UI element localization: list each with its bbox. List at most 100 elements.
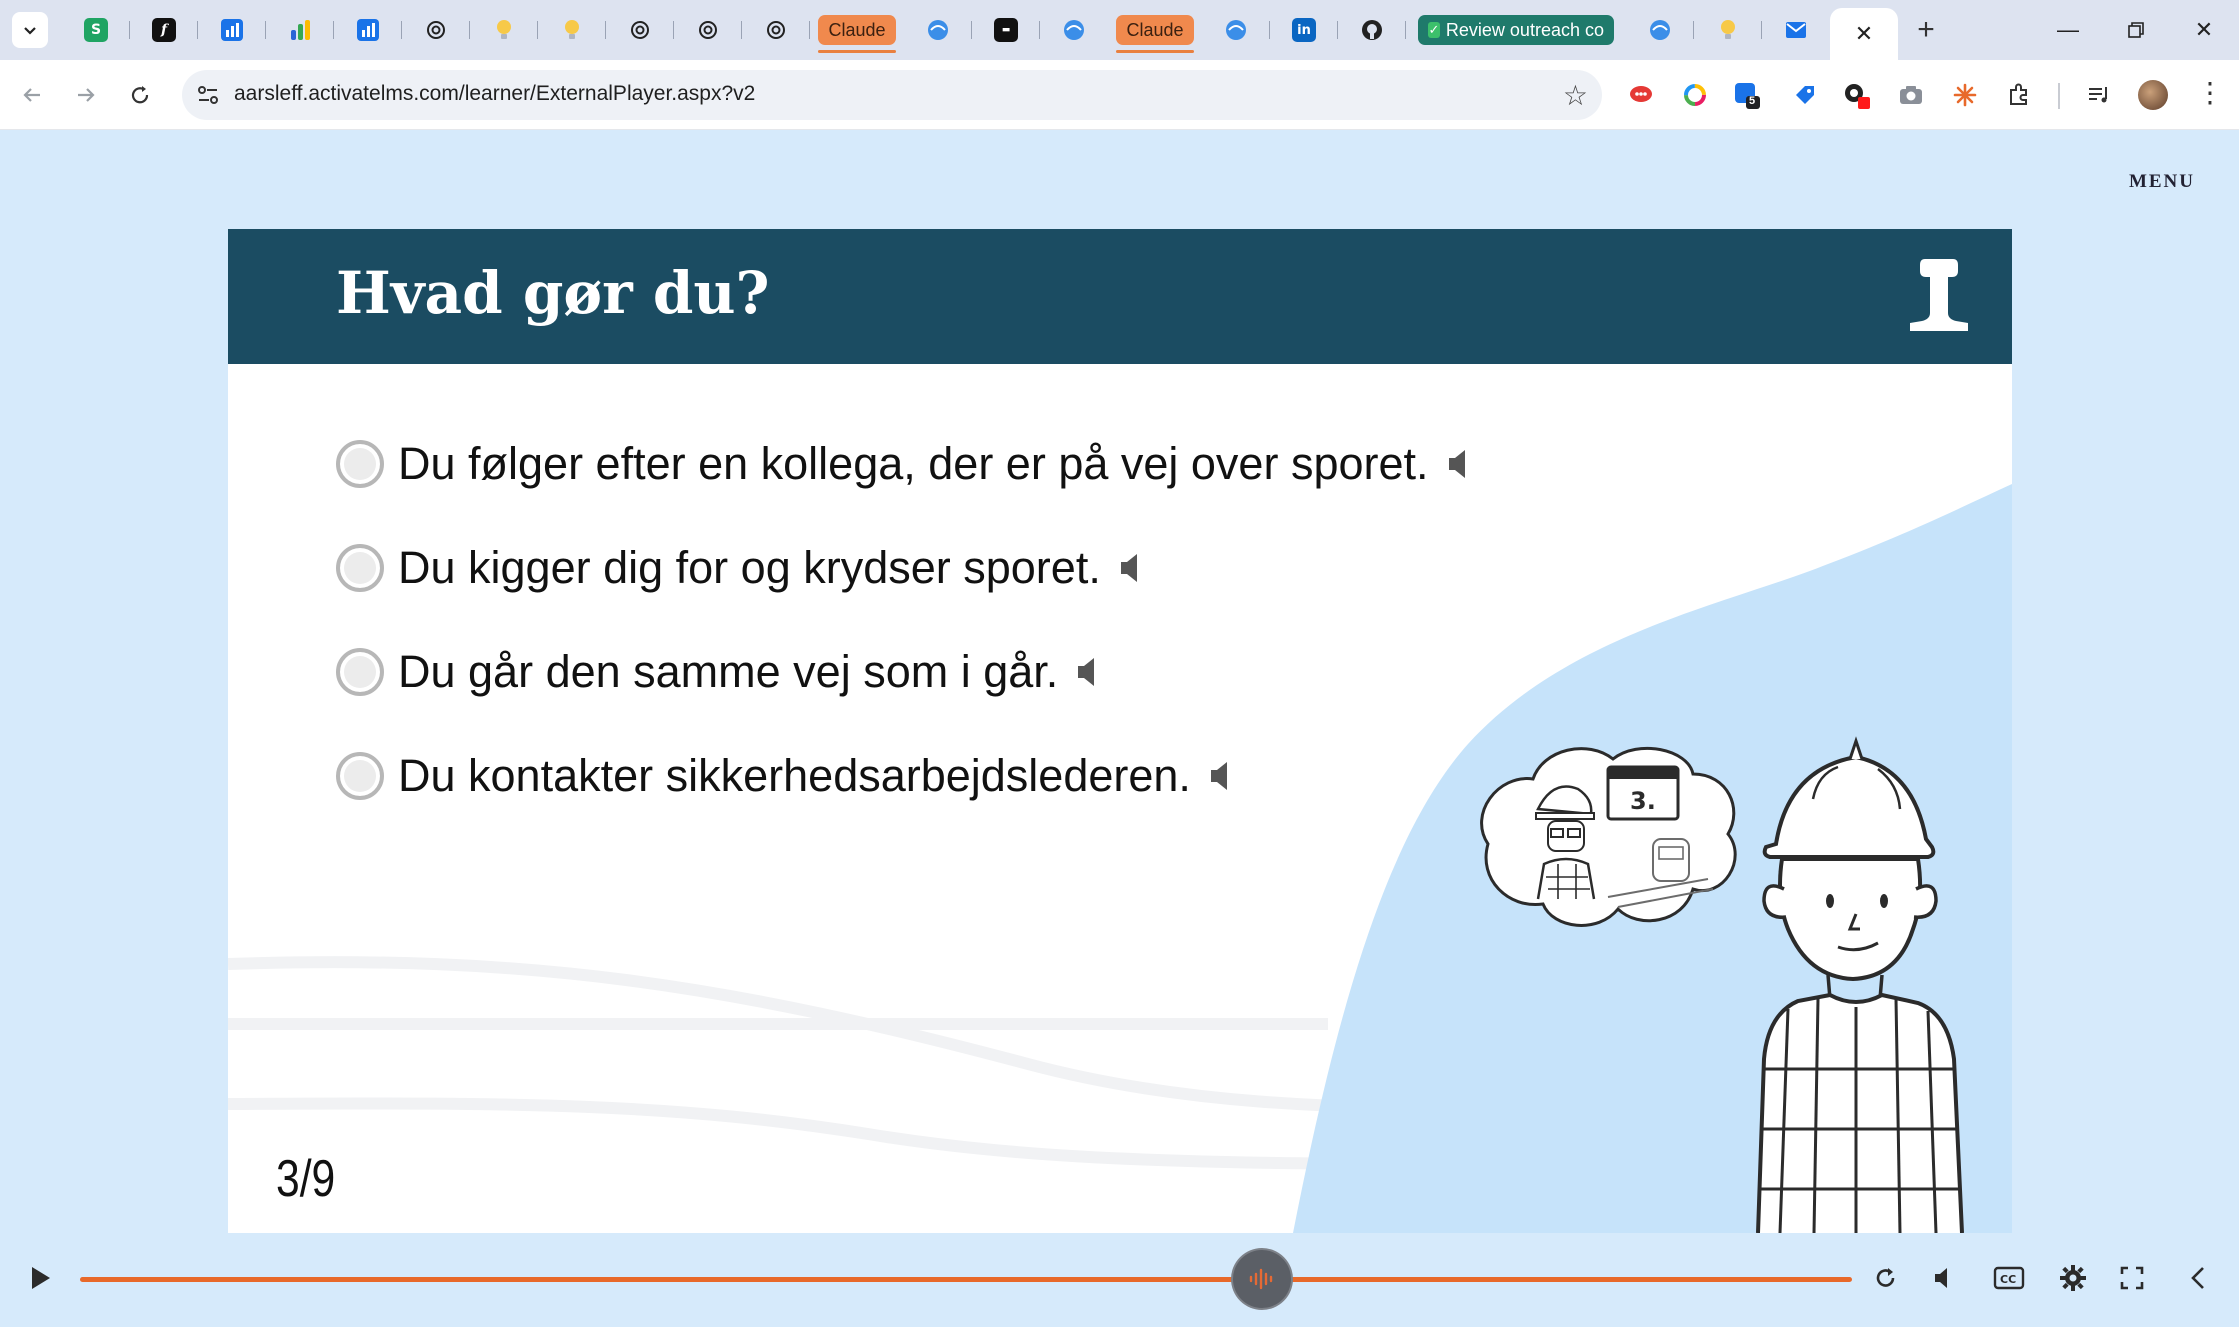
extension-colorwheel[interactable] bbox=[1680, 80, 1710, 110]
tab-pinned-idea-3[interactable] bbox=[1694, 8, 1762, 52]
gear-icon bbox=[2060, 1265, 2086, 1291]
close-tab-icon[interactable]: ✕ bbox=[1855, 21, 1873, 47]
lightbulb-icon bbox=[565, 20, 579, 39]
tab-claude-2[interactable]: Claude bbox=[1108, 8, 1202, 53]
arrow-right-icon bbox=[78, 88, 95, 102]
closed-captions-icon: CC bbox=[1993, 1266, 2025, 1290]
browser-menu-icon[interactable]: ⋮ bbox=[2196, 76, 2224, 109]
volume-button[interactable] bbox=[1922, 1256, 1966, 1300]
playback-bar: CC bbox=[0, 1230, 2239, 1327]
linkedin-icon: in bbox=[1292, 18, 1316, 42]
progress-scrubber[interactable] bbox=[1232, 1250, 1291, 1308]
fullscreen-icon bbox=[2120, 1266, 2144, 1290]
answer-option-3[interactable]: Du går den samme vej som i går. bbox=[336, 642, 1469, 702]
record-extension-icon bbox=[1845, 84, 1870, 109]
tab-pinned-chart-1[interactable] bbox=[198, 8, 266, 52]
speaker-audio-icon[interactable] bbox=[1076, 655, 1098, 689]
profile-avatar[interactable] bbox=[2138, 80, 2168, 110]
captions-button[interactable]: CC bbox=[1987, 1256, 2031, 1300]
extension-camera[interactable] bbox=[1896, 80, 1926, 110]
tab-pinned-openai-2[interactable] bbox=[606, 8, 674, 52]
collapse-sidebar-button[interactable] bbox=[2176, 1256, 2220, 1300]
play-icon bbox=[32, 1267, 50, 1289]
speaker-audio-icon[interactable] bbox=[1209, 759, 1231, 793]
arrow-left-icon bbox=[23, 88, 40, 102]
answer-option-text: Du kigger dig for og krydser sporet. bbox=[398, 542, 1101, 593]
close-window-button[interactable]: ✕ bbox=[2170, 0, 2238, 60]
browser-tab-strip: S f Claude ▬ Claude in ✓ Review outreach… bbox=[0, 0, 2239, 60]
rail-profile-logo-icon bbox=[1910, 259, 1968, 331]
spreadsheet-s-icon: S bbox=[84, 18, 108, 42]
answer-option-1[interactable]: Du følger efter en kollega, der er på ve… bbox=[336, 434, 1469, 494]
tab-pinned-chart-2[interactable] bbox=[334, 8, 402, 52]
media-controls-button[interactable] bbox=[2084, 80, 2114, 110]
new-tab-button[interactable]: + bbox=[1898, 8, 1954, 52]
progress-track[interactable] bbox=[80, 1277, 1852, 1282]
tab-pinned-edge-3[interactable] bbox=[1202, 8, 1270, 52]
speaker-audio-icon[interactable] bbox=[1447, 447, 1469, 481]
tab-pinned-analytics[interactable] bbox=[266, 8, 334, 52]
extension-claude[interactable] bbox=[1950, 80, 1980, 110]
thought-bubble: 3. bbox=[1480, 746, 1737, 927]
radio-button[interactable] bbox=[336, 440, 384, 488]
answer-option-2[interactable]: Du kigger dig for og krydser sporet. bbox=[336, 538, 1469, 598]
back-button[interactable] bbox=[12, 75, 52, 115]
reload-button[interactable] bbox=[120, 75, 160, 115]
fullscreen-button[interactable] bbox=[2110, 1256, 2154, 1300]
toolbar-divider bbox=[2058, 83, 2060, 109]
tab-pinned-linkedin[interactable]: in bbox=[1270, 8, 1338, 52]
tab-pinned-edge-1[interactable] bbox=[904, 8, 972, 52]
minimize-window-button[interactable]: — bbox=[2034, 0, 2102, 60]
replay-button[interactable] bbox=[1864, 1256, 1908, 1300]
play-button[interactable] bbox=[18, 1256, 62, 1300]
tab-pinned-openai-1[interactable] bbox=[402, 8, 470, 52]
extension-recorder[interactable] bbox=[1842, 80, 1872, 110]
tab-review-outreach[interactable]: ✓ Review outreach co bbox=[1406, 8, 1626, 52]
plus-icon: + bbox=[1917, 13, 1935, 46]
tasks-extension-icon bbox=[1735, 83, 1760, 109]
site-settings-icon[interactable] bbox=[196, 83, 220, 107]
tab-pinned-edge-4[interactable] bbox=[1626, 8, 1694, 52]
chevron-left-icon bbox=[2191, 1267, 2204, 1289]
address-bar[interactable]: aarsleff.activatelms.com/learner/Externa… bbox=[182, 70, 1602, 120]
extension-chat[interactable] bbox=[1626, 80, 1656, 110]
openai-icon bbox=[767, 21, 785, 39]
svg-text:CC: CC bbox=[2000, 1273, 2016, 1286]
tab-claude-label: Claude bbox=[1116, 15, 1194, 45]
tab-pinned-openai-4[interactable] bbox=[742, 8, 810, 52]
settings-button[interactable] bbox=[2051, 1256, 2095, 1300]
worker-illustration: 3. bbox=[1480, 736, 1964, 1233]
tab-review-pill: ✓ Review outreach co bbox=[1418, 15, 1614, 45]
tab-active-current[interactable]: ✕ bbox=[1830, 8, 1898, 60]
radio-button[interactable] bbox=[336, 544, 384, 592]
tab-search-button[interactable] bbox=[12, 12, 48, 48]
bar-chart-icon bbox=[357, 19, 379, 41]
tab-pinned-idea-1[interactable] bbox=[470, 8, 538, 52]
answer-option-4[interactable]: Du kontakter sikkerhedsarbejdslederen. bbox=[336, 746, 1469, 806]
radio-button[interactable] bbox=[336, 752, 384, 800]
bookmark-star-icon[interactable]: ☆ bbox=[1563, 79, 1588, 112]
extensions-menu-button[interactable] bbox=[2004, 80, 2034, 110]
extension-tag[interactable] bbox=[1790, 80, 1820, 110]
tab-pinned-idea-2[interactable] bbox=[538, 8, 606, 52]
browser-globe-icon bbox=[1064, 20, 1084, 40]
radio-button[interactable] bbox=[336, 648, 384, 696]
tab-pinned-openai-3[interactable] bbox=[674, 8, 742, 52]
tab-pinned-edge-2[interactable] bbox=[1040, 8, 1108, 52]
speaker-audio-icon[interactable] bbox=[1119, 551, 1141, 585]
answer-option-text: Du går den samme vej som i går. bbox=[398, 646, 1059, 697]
tab-claude-1[interactable]: Claude bbox=[810, 8, 904, 53]
lightbulb-icon bbox=[1721, 20, 1735, 39]
tab-pinned-sheets[interactable]: S bbox=[62, 8, 130, 52]
player-menu-button[interactable]: MENU bbox=[2129, 171, 2195, 193]
formula-f-icon: f bbox=[152, 18, 176, 42]
extension-badge[interactable]: 5 bbox=[1732, 80, 1762, 110]
tab-pinned-mail[interactable] bbox=[1762, 8, 1830, 52]
checkbox-icon: ✓ bbox=[1428, 22, 1440, 38]
tab-pinned-news[interactable]: ▬ bbox=[972, 8, 1040, 52]
forward-button[interactable] bbox=[66, 75, 106, 115]
tab-pinned-formula[interactable]: f bbox=[130, 8, 198, 52]
tab-pinned-github[interactable] bbox=[1338, 8, 1406, 52]
replay-icon bbox=[1876, 1268, 1895, 1287]
restore-window-button[interactable] bbox=[2102, 0, 2170, 60]
